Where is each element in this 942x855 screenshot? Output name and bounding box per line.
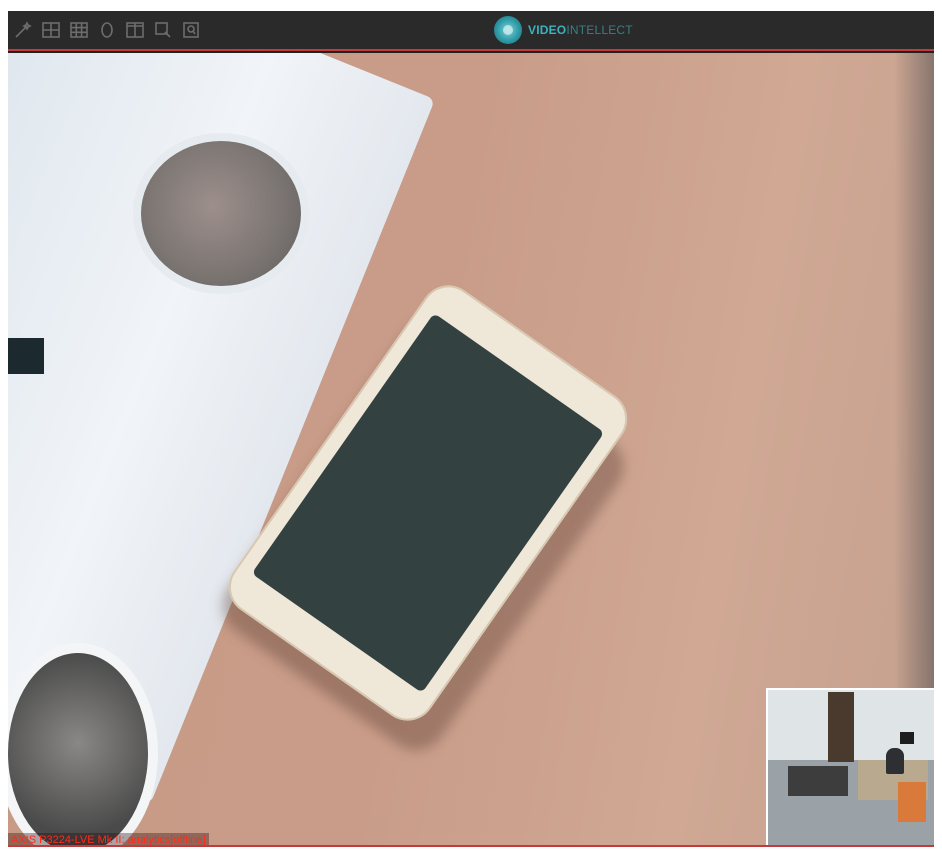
brand: VIDEOINTELLECT [494,16,633,44]
circle-icon[interactable] [96,19,118,41]
toolbar: VIDEOINTELLECT [8,11,934,51]
toolbar-icons [12,19,202,41]
pip-desk-dark [788,766,848,796]
wand-icon[interactable] [12,19,34,41]
videointellect-logo-icon [494,16,522,44]
brand-name-light: INTELLECT [566,23,633,37]
brand-name-bold: VIDEO [528,23,567,37]
video-viewer: VIDEOINTELLECT AXIS P3224-LVE Mk II: ana… [8,11,934,847]
video-scene-cup [133,133,309,294]
bottom-accent-line [8,845,934,847]
layout-4-icon[interactable] [40,19,62,41]
layout-9-icon[interactable] [68,19,90,41]
brand-name: VIDEOINTELLECT [528,23,633,37]
pip-person [886,748,904,774]
layout-columns-icon[interactable] [124,19,146,41]
video-scene-object [8,338,44,374]
camera-video-feed[interactable]: AXIS P3224-LVE Mk II: analytics[offline] [8,53,934,847]
search-icon[interactable] [180,19,202,41]
pip-cabinet [898,782,926,822]
pip-shelf [828,692,854,762]
pip-monitor [900,732,914,744]
zoom-icon[interactable] [152,19,174,41]
picture-in-picture-preview[interactable] [766,688,934,847]
